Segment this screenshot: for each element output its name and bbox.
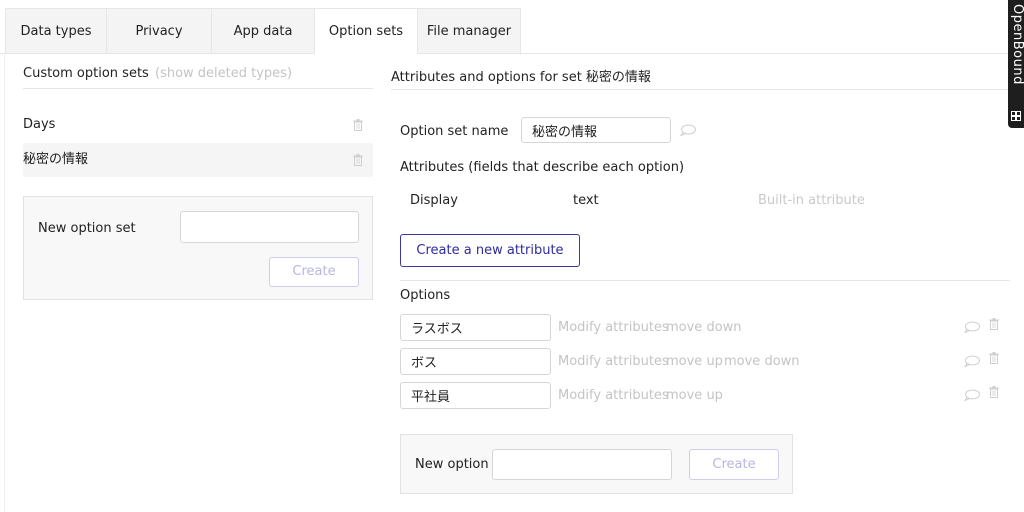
comment-icon[interactable] [964, 355, 980, 367]
grid-icon [1011, 110, 1021, 121]
attribute-name: Display [410, 193, 458, 208]
comment-icon[interactable] [680, 124, 696, 136]
option-set-name: 秘密の情報 [23, 152, 89, 167]
modify-attributes-link[interactable]: Modify attributes [558, 354, 669, 369]
new-option-panel: New option Create [400, 434, 793, 494]
page-border [4, 53, 5, 512]
divider [400, 280, 1010, 281]
option-sets-title: Custom option sets [23, 66, 149, 81]
trash-icon[interactable] [353, 154, 363, 166]
tab-app-data[interactable]: App data [211, 8, 315, 53]
comment-icon[interactable] [964, 321, 980, 333]
comment-icon[interactable] [964, 389, 980, 401]
new-option-set-label: New option set [38, 221, 136, 236]
trash-icon[interactable] [353, 119, 363, 131]
new-option-input[interactable] [492, 449, 672, 480]
move-up-link[interactable]: move up [666, 354, 723, 369]
tab-file-manager[interactable]: File manager [417, 8, 521, 53]
attributes-title: Attributes (fields that describe each op… [400, 160, 685, 175]
create-option-set-button[interactable]: Create [269, 257, 359, 287]
trash-icon[interactable] [989, 386, 999, 398]
new-option-set-input[interactable] [180, 211, 359, 243]
option-value-input[interactable] [400, 382, 551, 409]
option-set-name: Days [23, 117, 56, 132]
create-option-button[interactable]: Create [689, 449, 779, 480]
option-value-input[interactable] [400, 348, 551, 375]
move-down-link[interactable]: move down [666, 320, 742, 335]
side-badge[interactable]: OpenBound [1008, 0, 1024, 128]
side-badge-label: OpenBound [1010, 4, 1024, 85]
create-attribute-button[interactable]: Create a new attribute [400, 234, 580, 267]
attributes-options-title: Attributes and options for set 秘密の情報 [391, 70, 651, 85]
divider [23, 88, 373, 89]
attribute-type: text [573, 193, 599, 208]
trash-icon[interactable] [989, 318, 999, 330]
new-option-label: New option [415, 457, 489, 472]
move-up-link[interactable]: move up [666, 388, 723, 403]
modify-attributes-link[interactable]: Modify attributes [558, 320, 669, 335]
trash-icon[interactable] [989, 352, 999, 364]
divider [391, 89, 1010, 90]
new-option-set-panel: New option set Create [23, 196, 373, 300]
option-set-item-selected[interactable]: 秘密の情報 [23, 143, 373, 177]
options-title: Options [400, 288, 451, 303]
option-set-name-label: Option set name [400, 124, 509, 139]
show-deleted-types-link[interactable]: (show deleted types) [155, 66, 292, 81]
tab-privacy[interactable]: Privacy [106, 8, 212, 53]
option-value-input[interactable] [400, 314, 551, 341]
built-in-attribute-note: Built-in attribute [758, 193, 865, 208]
option-set-item[interactable]: Days [23, 108, 373, 142]
tab-data-types[interactable]: Data types [5, 8, 107, 53]
option-set-name-input[interactable] [521, 117, 671, 143]
move-down-link[interactable]: move down [724, 354, 800, 369]
tab-option-sets[interactable]: Option sets [314, 8, 418, 54]
tab-bar: Data types Privacy App data Option sets … [0, 0, 1010, 54]
modify-attributes-link[interactable]: Modify attributes [558, 388, 669, 403]
